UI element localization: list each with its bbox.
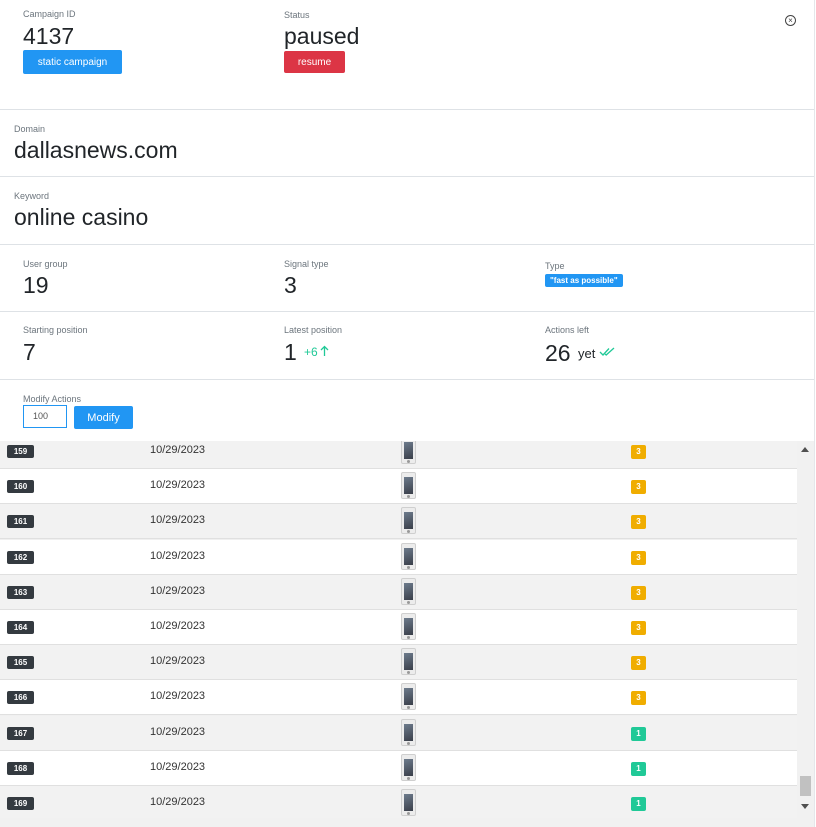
domain-label: Domain xyxy=(14,124,46,134)
phone-icon xyxy=(401,577,416,605)
row-id-badge: 160 xyxy=(7,480,34,494)
phone-icon xyxy=(401,507,416,535)
phone-icon xyxy=(401,789,416,816)
starting-position-value: 7 xyxy=(23,339,36,365)
table-row[interactable]: 166 10/29/2023 3 xyxy=(0,680,797,716)
row-signal-badge: 3 xyxy=(631,550,646,565)
status-label: Status xyxy=(284,10,310,20)
horizontal-scrollbar[interactable] xyxy=(0,818,814,827)
row-signal-badge: 3 xyxy=(631,585,646,600)
row-id-badge: 166 xyxy=(7,691,34,705)
row-id-badge: 159 xyxy=(7,445,34,458)
type-label: Type xyxy=(545,261,565,271)
phone-icon xyxy=(401,753,416,781)
row-id-badge: 165 xyxy=(7,656,34,670)
stats-row-2: Starting position 7 Latest position 1 +6… xyxy=(0,312,814,380)
row-id-badge: 161 xyxy=(7,515,34,529)
user-group-value: 19 xyxy=(23,272,49,298)
arrow-up-icon xyxy=(320,345,329,356)
keyword-label: Keyword xyxy=(14,191,50,201)
row-signal-badge: 1 xyxy=(631,797,646,811)
actions-left-suffix: yet xyxy=(578,346,596,361)
table-row[interactable]: 161 10/29/2023 3 xyxy=(0,504,797,540)
row-date: 10/29/2023 xyxy=(150,514,206,527)
signal-type-value: 3 xyxy=(284,272,297,298)
scroll-down-icon[interactable] xyxy=(801,804,809,809)
phone-icon xyxy=(401,441,416,464)
row-date: 10/29/2023 xyxy=(150,584,206,597)
row-id-badge: 162 xyxy=(7,550,34,564)
row-date: 10/29/2023 xyxy=(150,725,206,738)
position-change: +6 xyxy=(304,345,318,359)
row-date: 10/29/2023 xyxy=(150,444,206,456)
row-date: 10/29/2023 xyxy=(150,479,206,492)
row-id-badge: 163 xyxy=(7,585,34,599)
row-signal-badge: 3 xyxy=(631,656,646,671)
resume-button[interactable]: resume xyxy=(284,51,345,73)
table-row[interactable]: 168 10/29/2023 1 xyxy=(0,750,797,786)
phone-icon xyxy=(401,718,416,746)
campaign-id-value: 4137 xyxy=(23,23,75,49)
row-date: 10/29/2023 xyxy=(150,760,206,773)
table-row[interactable]: 169 10/29/2023 1 xyxy=(0,786,797,818)
row-date: 10/29/2023 xyxy=(150,620,206,632)
domain-row: Domain dallasnews.com xyxy=(0,110,814,177)
phone-icon xyxy=(401,472,416,500)
table-scrollbar[interactable] xyxy=(797,441,814,818)
status-value: paused xyxy=(284,23,360,49)
double-check-icon xyxy=(599,347,615,356)
modify-actions-input[interactable]: 100 xyxy=(23,405,67,428)
latest-position-value: 1 xyxy=(284,339,297,365)
row-signal-badge: 1 xyxy=(631,726,646,741)
latest-position-label: Latest position xyxy=(284,325,343,335)
row-id-badge: 164 xyxy=(7,621,34,634)
table-row[interactable]: 165 10/29/2023 3 xyxy=(0,645,797,681)
row-signal-badge: 3 xyxy=(631,691,646,706)
type-badge: "fast as possible" xyxy=(545,274,623,287)
row-date: 10/29/2023 xyxy=(150,655,206,668)
row-signal-badge: 3 xyxy=(631,621,646,635)
actions-table[interactable]: 159 10/29/2023 3 160 10/29/2023 3 161 10/29/202… xyxy=(0,441,814,818)
modify-actions-label: Modify Actions xyxy=(23,394,82,404)
row-signal-badge: 3 xyxy=(631,515,646,530)
actions-left-value: 26 xyxy=(545,340,571,366)
signal-type-label: Signal type xyxy=(284,259,329,269)
close-circle-icon[interactable]: × xyxy=(785,15,796,26)
table-row[interactable]: 162 10/29/2023 3 xyxy=(0,539,797,575)
row-date: 10/29/2023 xyxy=(150,796,206,808)
row-id-badge: 169 xyxy=(7,797,34,810)
row-signal-badge: 3 xyxy=(631,445,646,459)
table-row[interactable]: 160 10/29/2023 3 xyxy=(0,469,797,505)
campaign-detail-panel: Campaign ID 4137 static campaign Status … xyxy=(0,0,815,827)
row-id-badge: 168 xyxy=(7,761,34,775)
campaign-header: Campaign ID 4137 static campaign Status … xyxy=(0,0,814,110)
scroll-thumb[interactable] xyxy=(800,776,811,796)
table-row[interactable]: 163 10/29/2023 3 xyxy=(0,574,797,610)
phone-icon xyxy=(401,613,416,640)
domain-value: dallasnews.com xyxy=(14,137,178,163)
row-signal-badge: 3 xyxy=(631,480,646,495)
modify-button[interactable]: Modify xyxy=(74,406,133,429)
phone-icon xyxy=(401,683,416,711)
stats-row-1: User group 19 Signal type 3 Type "fast a… xyxy=(0,245,814,312)
actions-left-label: Actions left xyxy=(545,325,590,335)
row-signal-badge: 1 xyxy=(631,761,646,776)
phone-icon xyxy=(401,648,416,676)
keyword-row: Keyword online casino xyxy=(0,177,814,245)
table-row[interactable]: 167 10/29/2023 1 xyxy=(0,715,797,751)
row-date: 10/29/2023 xyxy=(150,690,206,703)
row-id-badge: 167 xyxy=(7,726,34,740)
table-row[interactable]: 159 10/29/2023 3 xyxy=(0,441,797,469)
campaign-id-label: Campaign ID xyxy=(23,9,76,19)
static-campaign-button[interactable]: static campaign xyxy=(23,50,122,74)
row-date: 10/29/2023 xyxy=(150,549,206,562)
scroll-up-icon[interactable] xyxy=(801,447,809,452)
phone-icon xyxy=(401,542,416,570)
user-group-label: User group xyxy=(23,259,68,269)
keyword-value: online casino xyxy=(14,204,149,230)
starting-position-label: Starting position xyxy=(23,325,88,335)
table-row[interactable]: 164 10/29/2023 3 xyxy=(0,610,797,645)
